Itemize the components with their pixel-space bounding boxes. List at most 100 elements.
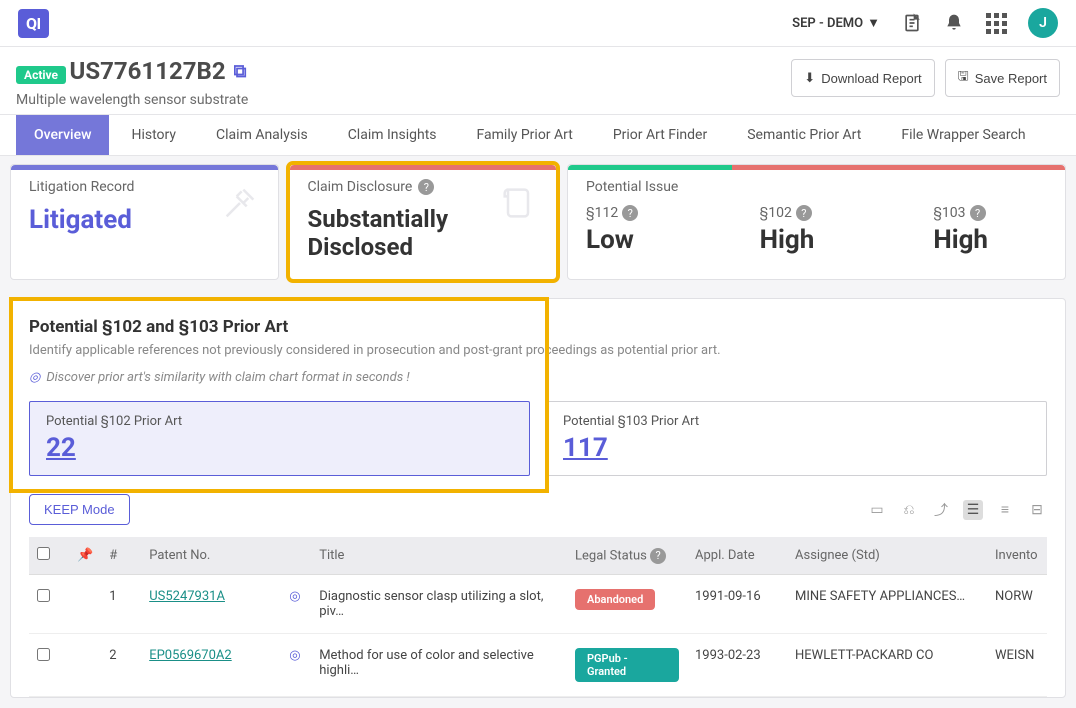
bell-icon[interactable] <box>944 13 964 33</box>
table-row: 2 EP0569670A2 ◎ Method for use of color … <box>29 634 1047 697</box>
col-assignee[interactable]: Assignee (Std) <box>787 537 987 575</box>
sec-112-value: Low <box>586 225 700 255</box>
logo[interactable]: QI <box>18 9 49 38</box>
issue-112: §112 ? Low <box>586 205 700 255</box>
col-num[interactable]: # <box>101 537 141 575</box>
count-103-box[interactable]: Potential §103 Prior Art 117 <box>546 401 1047 476</box>
discover-text: Discover prior art's similarity with cla… <box>46 370 409 385</box>
help-icon[interactable]: ? <box>796 205 812 221</box>
prior-art-section: Potential §102 and §103 Prior Art Identi… <box>10 298 1066 698</box>
apps-icon[interactable] <box>986 13 1006 33</box>
tabs: Overview History Claim Analysis Claim In… <box>0 115 1076 156</box>
col-patent[interactable]: Patent No. <box>141 537 281 575</box>
section-heading: Potential §102 and §103 Prior Art <box>29 317 1047 337</box>
row-title: Method for use of color and selective hi… <box>311 634 567 697</box>
export-icon[interactable]: ⎌ <box>899 500 919 520</box>
download-report-label: Download Report <box>821 71 921 86</box>
save-icon: 🖫 <box>958 67 969 89</box>
sec-103-label: §103 <box>933 205 965 221</box>
patent-link[interactable]: US5247931A <box>149 589 225 604</box>
help-icon[interactable]: ? <box>622 205 638 221</box>
sec-102-value: High <box>760 225 874 255</box>
row-inventor: NORW <box>987 575 1047 634</box>
issue-102: §102 ? High <box>760 205 874 255</box>
help-icon[interactable]: ? <box>650 548 666 564</box>
doc-icon[interactable] <box>902 13 922 33</box>
external-link-icon[interactable]: ⧉ <box>234 61 247 82</box>
title-area: Active US7761127B2 ⧉ Multiple wavelength… <box>0 47 1076 115</box>
row-appl: 1993-02-23 <box>687 634 787 697</box>
avatar[interactable]: J <box>1028 8 1058 38</box>
status-badge: Active <box>16 66 66 84</box>
row-appl: 1991-09-16 <box>687 575 787 634</box>
col-title[interactable]: Title <box>311 537 567 575</box>
patent-link[interactable]: EP0569670A2 <box>149 648 232 663</box>
compact-view-icon[interactable]: ≡ <box>995 500 1015 520</box>
topbar: QI SEP - DEMO ▼ J <box>0 0 1076 47</box>
count-103-label: Potential §103 Prior Art <box>563 414 1030 429</box>
potential-issue-card[interactable]: Potential Issue §112 ? Low §102 ? High §… <box>567 164 1066 280</box>
detail-view-icon[interactable]: ⊟ <box>1027 500 1047 520</box>
save-report-button[interactable]: 🖫 Save Report <box>945 59 1060 97</box>
summary-cards: Litigation Record Litigated Claim Disclo… <box>0 156 1076 288</box>
book-icon[interactable]: ▭ <box>867 500 887 520</box>
pin-icon[interactable]: 📌 <box>77 548 93 563</box>
target-icon: ◎ <box>29 370 40 385</box>
col-inventor[interactable]: Invento <box>987 537 1047 575</box>
count-102-label: Potential §102 Prior Art <box>46 414 513 429</box>
status-pill: Abandoned <box>575 589 655 610</box>
tab-semantic-prior-art[interactable]: Semantic Prior Art <box>729 115 879 155</box>
table-header-row: 📌 # Patent No. Title Legal Status ? Appl… <box>29 537 1047 575</box>
workspace-selector[interactable]: SEP - DEMO ▼ <box>792 15 880 31</box>
sec-103-value: High <box>933 225 1047 255</box>
count-102-value: 22 <box>46 433 513 463</box>
download-icon: ⬇ <box>804 70 815 86</box>
topbar-right: SEP - DEMO ▼ J <box>792 8 1058 38</box>
prior-art-table: 📌 # Patent No. Title Legal Status ? Appl… <box>29 537 1047 697</box>
target-icon[interactable]: ◎ <box>289 589 300 604</box>
row-checkbox[interactable] <box>37 648 50 661</box>
patent-number-text: US7761127B2 <box>70 57 226 85</box>
tab-file-wrapper-search[interactable]: File Wrapper Search <box>883 115 1043 155</box>
status-pill: PGPub - Granted <box>575 648 679 682</box>
col-status[interactable]: Legal Status <box>575 548 647 563</box>
discover-note: ◎ Discover prior art's similarity with c… <box>29 370 1047 385</box>
patent-number: US7761127B2 ⧉ <box>70 57 247 85</box>
chevron-down-icon: ▼ <box>867 15 880 31</box>
tab-claim-insights[interactable]: Claim Insights <box>330 115 455 155</box>
title-actions: ⬇ Download Report 🖫 Save Report <box>791 59 1060 97</box>
help-icon[interactable]: ? <box>970 205 986 221</box>
tab-claim-analysis[interactable]: Claim Analysis <box>198 115 326 155</box>
download-report-button[interactable]: ⬇ Download Report <box>791 59 934 97</box>
section-subtitle: Identify applicable references not previ… <box>29 343 1047 358</box>
tab-history[interactable]: History <box>113 115 194 155</box>
select-all-checkbox[interactable] <box>37 547 50 560</box>
col-appl[interactable]: Appl. Date <box>687 537 787 575</box>
row-assignee: MINE SAFETY APPLIANCES… <box>787 575 987 634</box>
issue-label: Potential Issue <box>586 179 1047 195</box>
disclosure-card[interactable]: Claim Disclosure ? Substantially Disclos… <box>289 164 558 280</box>
share-icon[interactable]: ⤴ <box>931 500 951 520</box>
tab-family-prior-art[interactable]: Family Prior Art <box>459 115 591 155</box>
tab-prior-art-finder[interactable]: Prior Art Finder <box>595 115 725 155</box>
table-row: 1 US5247931A ◎ Diagnostic sensor clasp u… <box>29 575 1047 634</box>
view-icons: ▭ ⎌ ⤴ ☰ ≡ ⊟ <box>867 500 1047 520</box>
tab-overview[interactable]: Overview <box>16 115 109 155</box>
count-102-box[interactable]: Potential §102 Prior Art 22 <box>29 401 530 476</box>
row-title: Diagnostic sensor clasp utilizing a slot… <box>311 575 567 634</box>
keep-mode-button[interactable]: KEEP Mode <box>29 494 130 525</box>
list-view-icon[interactable]: ☰ <box>963 500 983 520</box>
row-num: 2 <box>101 634 141 697</box>
workspace-label: SEP - DEMO <box>792 16 863 31</box>
help-icon[interactable]: ? <box>418 179 434 195</box>
disclosure-label-text: Claim Disclosure <box>308 179 413 195</box>
gavel-icon <box>220 183 260 223</box>
target-icon[interactable]: ◎ <box>289 648 300 663</box>
count-103-value: 117 <box>563 433 1030 463</box>
row-inventor: WEISN <box>987 634 1047 697</box>
litigation-card[interactable]: Litigation Record Litigated <box>10 164 279 280</box>
scroll-icon <box>498 183 538 223</box>
sec-112-label: §112 <box>586 205 618 221</box>
issue-103: §103 ? High <box>933 205 1047 255</box>
row-checkbox[interactable] <box>37 589 50 602</box>
